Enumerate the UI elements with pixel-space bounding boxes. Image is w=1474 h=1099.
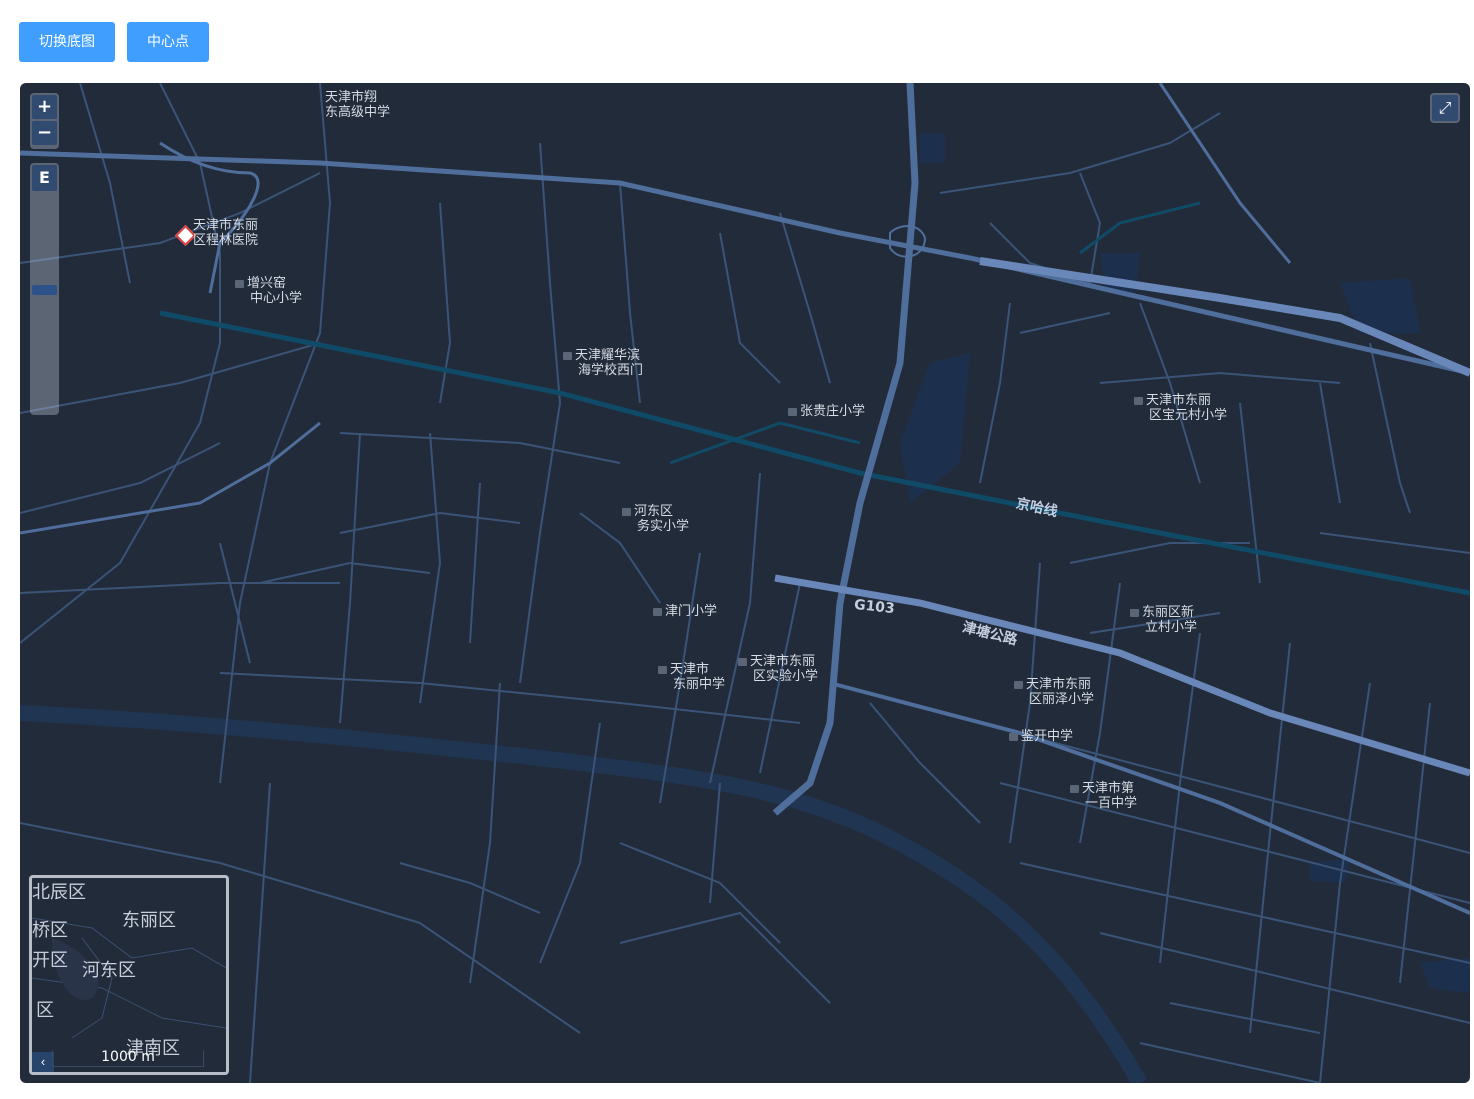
overview-collapse-button[interactable]: ‹ <box>32 1052 54 1072</box>
zoom-control: + − <box>30 93 59 149</box>
school-icon <box>738 657 747 666</box>
overview-map[interactable]: 北辰区 东丽区 桥区 开区 河东区 区 津南区 ‹ <box>29 875 229 1075</box>
poi-label[interactable]: 天津市东丽 区程林医院 <box>193 218 258 248</box>
zoom-slider[interactable]: E <box>30 163 59 415</box>
fullscreen-icon[interactable]: ⤢ <box>1432 95 1458 121</box>
school-icon <box>1009 732 1018 741</box>
overview-district-label: 区 <box>36 1000 54 1021</box>
school-icon <box>622 507 631 516</box>
poi-label[interactable]: 天津耀华滨 海学校西门 <box>563 348 643 378</box>
poi-label[interactable]: 鉴开中学 <box>1009 729 1073 744</box>
overview-district-label: 东丽区 <box>122 910 176 931</box>
school-icon <box>653 607 662 616</box>
school-icon <box>1070 784 1079 793</box>
poi-label[interactable]: 天津市 东丽中学 <box>658 662 725 692</box>
scale-bar: 1000 m <box>52 1050 204 1067</box>
poi-label[interactable]: 河东区 务实小学 <box>622 504 689 534</box>
school-icon <box>658 665 667 674</box>
poi-label[interactable]: 天津市东丽 区丽泽小学 <box>1014 677 1094 707</box>
school-icon <box>235 279 244 288</box>
overview-district-label: 北辰区 <box>32 882 86 903</box>
map-view[interactable]: + − E ⤢ 天津市翔 东高级中学 天津市东丽 区程林医院 增兴窑 中心小学 … <box>20 83 1470 1083</box>
zoom-out-button[interactable]: − <box>32 121 57 145</box>
poi-label[interactable]: 天津市翔 东高级中学 <box>325 90 390 120</box>
zoom-in-button[interactable]: + <box>32 95 57 119</box>
switch-basemap-button[interactable]: 切换底图 <box>19 22 115 62</box>
school-icon <box>563 351 572 360</box>
poi-label[interactable]: 张贵庄小学 <box>788 404 865 419</box>
zoom-slider-thumb[interactable] <box>32 285 57 295</box>
school-icon <box>1014 680 1023 689</box>
fullscreen-control: ⤢ <box>1430 93 1460 123</box>
center-point-button[interactable]: 中心点 <box>127 22 209 62</box>
overview-district-label: 河东区 <box>82 960 136 981</box>
school-icon <box>1134 396 1143 405</box>
poi-label[interactable]: 天津市东丽 区宝元村小学 <box>1134 393 1227 423</box>
poi-label[interactable]: 天津市东丽 区实验小学 <box>738 654 818 684</box>
overview-district-label: 开区 <box>32 950 68 971</box>
poi-label[interactable]: 增兴窑 中心小学 <box>235 276 302 306</box>
zoom-slider-top[interactable]: E <box>32 165 57 191</box>
school-icon <box>788 407 797 416</box>
toolbar: 切换底图 中心点 <box>19 22 209 62</box>
poi-label[interactable]: 津门小学 <box>653 604 717 619</box>
poi-label[interactable]: 东丽区新 立村小学 <box>1130 605 1197 635</box>
overview-district-label: 桥区 <box>32 920 68 941</box>
poi-label[interactable]: 天津市第 一百中学 <box>1070 781 1137 811</box>
school-icon <box>1130 608 1139 617</box>
